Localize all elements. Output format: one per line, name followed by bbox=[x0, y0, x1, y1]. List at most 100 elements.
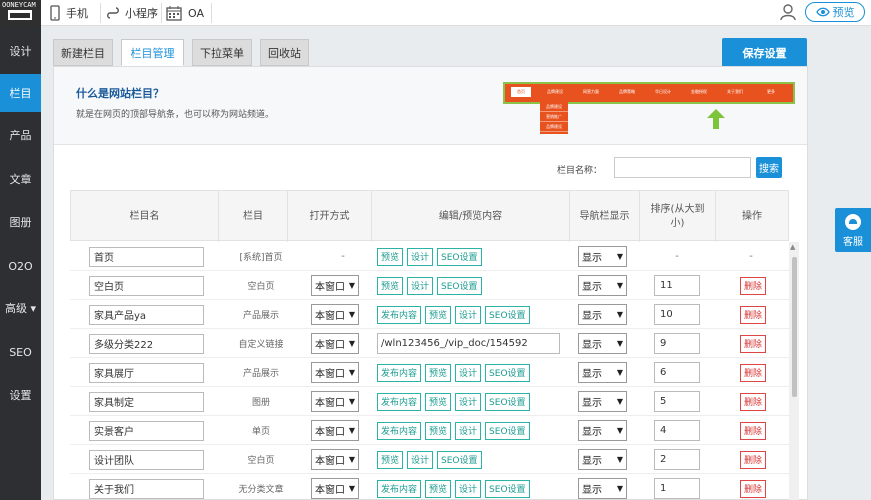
nav-display-select[interactable]: 显示 ▼ bbox=[578, 333, 627, 354]
sidebar-item-seo[interactable]: SEO bbox=[0, 333, 41, 371]
sidebar-item-o2o[interactable]: O2O bbox=[0, 247, 41, 285]
open-mode-select[interactable]: 本窗口 ▼ bbox=[311, 478, 359, 499]
delete-button[interactable]: 删除 bbox=[740, 450, 767, 469]
preview-button[interactable]: 预览 bbox=[377, 276, 404, 295]
open-mode-select[interactable]: 本窗口 ▼ bbox=[311, 391, 359, 412]
nav-display-select[interactable]: 显示 ▼ bbox=[578, 275, 627, 296]
design-button[interactable]: 设计 bbox=[455, 305, 482, 324]
open-mode-select[interactable]: 本窗口 ▼ bbox=[311, 449, 359, 470]
nav-display-select[interactable]: 显示 ▼ bbox=[578, 246, 627, 267]
search-input[interactable] bbox=[614, 157, 751, 178]
caret-down-icon: ▼ bbox=[616, 397, 623, 406]
tab-dropdown-menu[interactable]: 下拉菜单 bbox=[192, 39, 252, 66]
scroll-up-icon[interactable]: ▲ bbox=[790, 243, 795, 251]
sidebar-item-settings[interactable]: 设置 bbox=[0, 376, 41, 414]
tab-column-manage[interactable]: 栏目管理 bbox=[121, 39, 184, 66]
preview-button[interactable]: 预览 bbox=[425, 479, 452, 498]
preview-button[interactable]: 预览 bbox=[425, 421, 452, 440]
nav-display-select[interactable]: 显示 ▼ bbox=[578, 391, 627, 412]
seo-settings-button[interactable]: SEO设置 bbox=[437, 276, 482, 295]
caret-down-icon: ▼ bbox=[616, 252, 623, 261]
seo-settings-button[interactable]: SEO设置 bbox=[485, 479, 530, 498]
publish-content-button[interactable]: 发布内容 bbox=[377, 479, 422, 498]
tab-recycle-bin[interactable]: 回收站 bbox=[260, 39, 309, 66]
sidebar-item-articles[interactable]: 文章 bbox=[0, 160, 41, 198]
publish-content-button[interactable]: 发布内容 bbox=[377, 363, 422, 382]
nav-display-select[interactable]: 显示 ▼ bbox=[578, 362, 627, 383]
column-name-input[interactable]: 家具制定 bbox=[89, 391, 204, 412]
column-name-input[interactable]: 关于我们 bbox=[89, 478, 204, 499]
order-input[interactable]: 1 bbox=[654, 478, 700, 499]
column-name-input[interactable]: 多级分类222 bbox=[89, 333, 204, 354]
scrollbar-thumb[interactable] bbox=[792, 257, 797, 397]
nav-display-select[interactable]: 显示 ▼ bbox=[578, 420, 627, 441]
design-button[interactable]: 设计 bbox=[407, 276, 434, 295]
column-type: 单页 bbox=[251, 427, 270, 437]
preview-button[interactable]: 预览 bbox=[377, 450, 404, 469]
seo-settings-button[interactable]: SEO设置 bbox=[485, 392, 530, 411]
custom-link-input[interactable]: /wln123456_/vip_doc/154592 bbox=[377, 333, 560, 354]
save-settings-button[interactable]: 保存设置 bbox=[722, 38, 807, 68]
preview-button[interactable]: 预览 bbox=[425, 363, 452, 382]
topnav-miniprogram[interactable]: 小程序 bbox=[107, 0, 158, 26]
sidebar-item-columns[interactable]: 栏目 bbox=[0, 74, 41, 112]
open-mode-select[interactable]: 本窗口 ▼ bbox=[311, 275, 359, 296]
order-input[interactable]: 11 bbox=[654, 275, 700, 296]
delete-button[interactable]: 删除 bbox=[740, 392, 767, 411]
preview-button[interactable]: 预览 bbox=[425, 392, 452, 411]
order-input[interactable]: 5 bbox=[654, 391, 700, 412]
open-mode-select[interactable]: 本窗口 ▼ bbox=[311, 304, 359, 325]
preview-button[interactable]: 预览 bbox=[805, 2, 865, 22]
column-name-input[interactable]: 设计团队 bbox=[89, 449, 204, 470]
open-mode-select[interactable]: 本窗口 ▼ bbox=[311, 420, 359, 441]
sidebar-item-advanced[interactable]: 高级 ▾ bbox=[0, 289, 41, 327]
nav-display-select[interactable]: 显示 ▼ bbox=[578, 449, 627, 470]
sidebar-item-design[interactable]: 设计 bbox=[0, 32, 41, 70]
preview-button[interactable]: 预览 bbox=[425, 305, 452, 324]
nav-display-select[interactable]: 显示 ▼ bbox=[578, 304, 627, 325]
user-icon[interactable] bbox=[779, 3, 797, 21]
order-input[interactable]: 4 bbox=[654, 420, 700, 441]
delete-button[interactable]: 删除 bbox=[740, 363, 767, 382]
sidebar-item-albums[interactable]: 图册 bbox=[0, 203, 41, 241]
column-name-input[interactable]: 空白页 bbox=[89, 275, 204, 296]
topnav-oa[interactable]: OA bbox=[166, 0, 204, 26]
search-button[interactable]: 搜索 bbox=[756, 157, 782, 178]
column-name-input[interactable]: 家具产品ya bbox=[89, 304, 204, 325]
design-button[interactable]: 设计 bbox=[455, 479, 482, 498]
seo-settings-button[interactable]: SEO设置 bbox=[485, 363, 530, 382]
design-button[interactable]: 设计 bbox=[455, 363, 482, 382]
tab-new-column[interactable]: 新建栏目 bbox=[53, 39, 113, 66]
sidebar-item-products[interactable]: 产品 bbox=[0, 116, 41, 154]
order-input[interactable]: 10 bbox=[654, 304, 700, 325]
column-name-input[interactable]: 首页 bbox=[89, 246, 204, 267]
logo[interactable]: OONEYCAM bbox=[0, 0, 41, 26]
seo-settings-button[interactable]: SEO设置 bbox=[485, 305, 530, 324]
column-name-input[interactable]: 实景客户 bbox=[89, 420, 204, 441]
order-input[interactable]: 6 bbox=[654, 362, 700, 383]
column-name-input[interactable]: 家具展厅 bbox=[89, 362, 204, 383]
delete-button[interactable]: 删除 bbox=[740, 305, 767, 324]
design-button[interactable]: 设计 bbox=[455, 392, 482, 411]
delete-button[interactable]: 删除 bbox=[740, 421, 767, 440]
publish-content-button[interactable]: 发布内容 bbox=[377, 305, 422, 324]
seo-settings-button[interactable]: SEO设置 bbox=[437, 247, 482, 266]
customer-service-button[interactable]: 客服 bbox=[835, 208, 871, 252]
seo-settings-button[interactable]: SEO设置 bbox=[485, 421, 530, 440]
publish-content-button[interactable]: 发布内容 bbox=[377, 392, 422, 411]
order-input[interactable]: 2 bbox=[654, 449, 700, 470]
design-button[interactable]: 设计 bbox=[455, 421, 482, 440]
open-mode-select[interactable]: 本窗口 ▼ bbox=[311, 362, 359, 383]
design-button[interactable]: 设计 bbox=[407, 247, 434, 266]
publish-content-button[interactable]: 发布内容 bbox=[377, 421, 422, 440]
order-input[interactable]: 9 bbox=[654, 333, 700, 354]
nav-display-select[interactable]: 显示 ▼ bbox=[578, 478, 627, 499]
delete-button[interactable]: 删除 bbox=[740, 334, 767, 353]
open-mode-select[interactable]: 本窗口 ▼ bbox=[311, 333, 359, 354]
seo-settings-button[interactable]: SEO设置 bbox=[437, 450, 482, 469]
design-button[interactable]: 设计 bbox=[407, 450, 434, 469]
preview-button[interactable]: 预览 bbox=[377, 247, 404, 266]
topnav-phone[interactable]: 手机 bbox=[50, 0, 88, 26]
delete-button[interactable]: 删除 bbox=[740, 276, 767, 295]
delete-button[interactable]: 删除 bbox=[740, 479, 767, 498]
